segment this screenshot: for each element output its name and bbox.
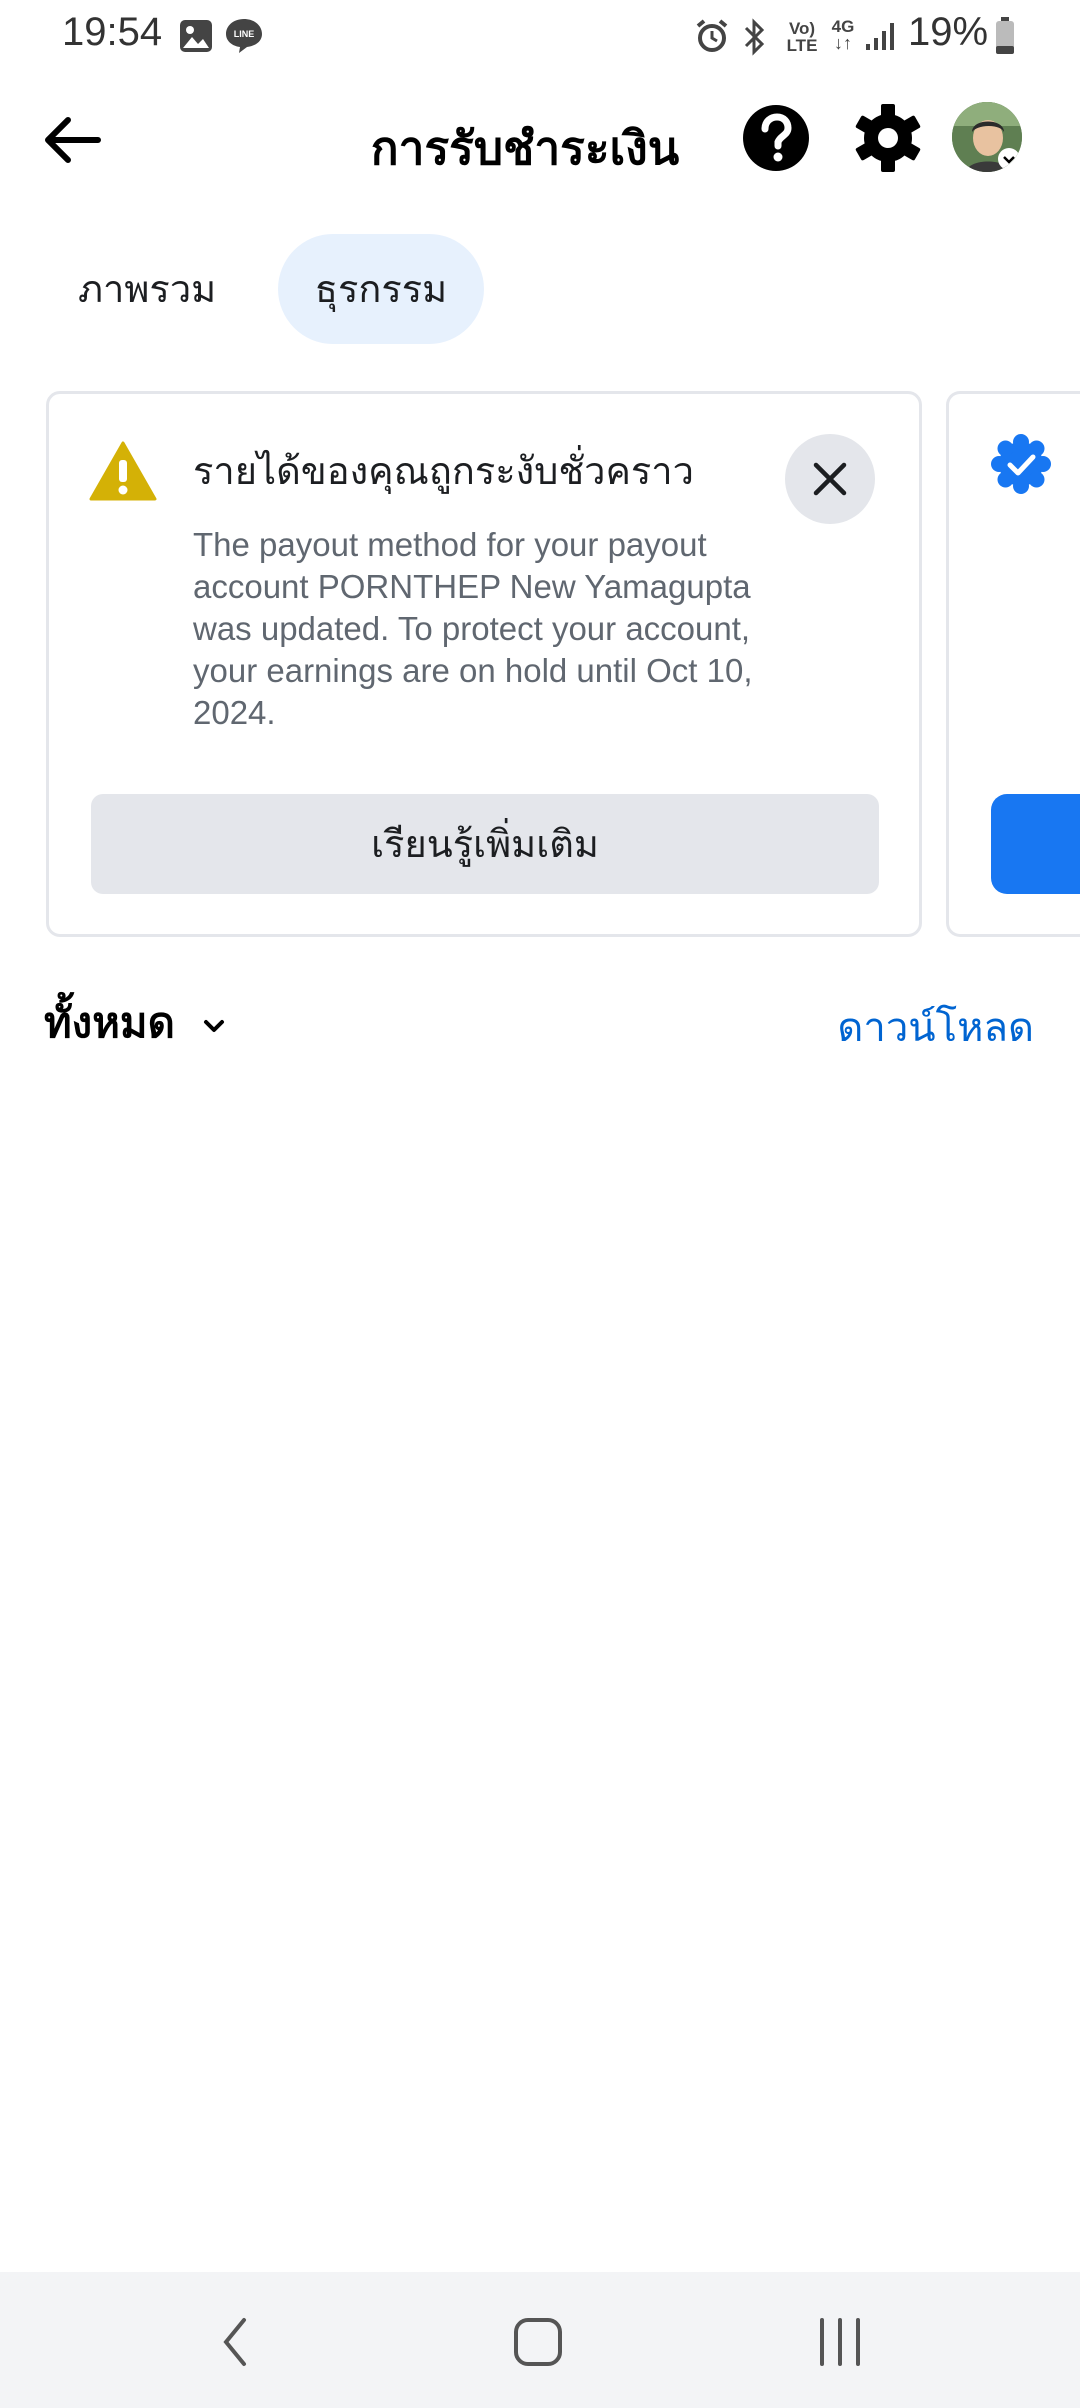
tab-overview[interactable]: ภาพรวม [78,234,216,344]
app-header: การรับชำระเงิน [0,90,1080,190]
nav-back-icon [223,2318,246,2366]
back-button[interactable] [40,108,120,172]
network-4g-icon: 4G ↓↑ [826,18,860,52]
gallery-icon [180,20,212,52]
nav-back-button[interactable] [196,2312,276,2372]
volte-icon: Vo) LTE [782,20,822,54]
nav-home-icon [514,2318,562,2366]
back-arrow-icon [45,117,101,163]
tab-transactions[interactable]: ธุรกรรม [278,234,484,344]
gear-icon [855,104,921,172]
next-card-primary-button[interactable] [991,794,1080,894]
avatar[interactable] [952,102,1022,172]
help-button[interactable] [740,102,812,174]
nav-home-button[interactable] [498,2312,578,2372]
alert-title: รายได้ของคุณถูกระงับชั่วคราว [193,449,694,493]
filter-label: ทั้งหมด [44,998,175,1047]
page-title: การรับชำระเงิน [370,121,680,175]
earnings-hold-alert-card: รายได้ของคุณถูกระงับชั่วคราว The payout … [46,391,922,937]
warning-icon [89,441,157,501]
volte-top-text: Vo) [788,19,816,38]
learn-more-button[interactable]: เรียนรู้เพิ่มเติม [91,794,879,894]
battery-icon [996,17,1014,54]
help-icon [743,105,809,171]
status-time: 19:54 [62,10,163,54]
verified-badge-icon [991,434,1051,494]
alert-body: The payout method for your payout accoun… [193,526,753,731]
battery-percent: 19% [908,10,989,54]
bluetooth-icon [744,18,765,56]
close-button[interactable] [785,434,875,524]
alarm-icon [696,19,728,52]
signal-icon [866,23,894,50]
chevron-down-icon [204,1019,225,1032]
chevron-down-icon [998,148,1020,170]
system-nav-bar [0,2272,1080,2408]
volte-bottom-text: LTE [786,36,818,55]
download-link[interactable]: ดาวน์โหลด [837,995,1034,1059]
line-badge-text: LINE [234,29,255,39]
nav-recents-icon [820,2318,860,2366]
nav-recents-button[interactable] [800,2312,880,2372]
close-icon [813,462,847,496]
filter-dropdown[interactable]: ทั้งหมด [44,990,229,1054]
line-app-icon: LINE [226,19,262,53]
status-bar: 19:54 LINE Vo) LTE 4G ↓↑ 19% [0,0,1080,72]
next-card-preview[interactable] [946,391,1080,937]
settings-button[interactable] [852,102,924,174]
